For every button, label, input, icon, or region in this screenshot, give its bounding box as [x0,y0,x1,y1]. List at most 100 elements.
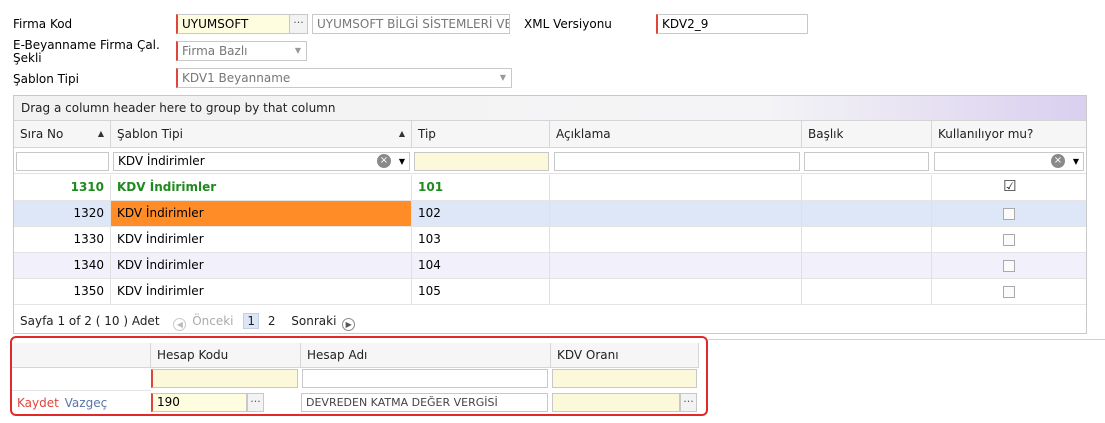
beyanname-label: E-Beyanname Firma Çal. Şekli [13,39,160,65]
cell-sira-no: 1340 [14,253,111,278]
col-header-label: Sıra No [20,127,64,141]
detail-filter-kdv-orani[interactable] [552,369,697,388]
hesap-kodu-input[interactable]: 190 [151,393,247,412]
kdv-orani-lookup-button[interactable]: ··· [680,393,697,412]
cell-tip: 101 [412,175,550,200]
cell-aciklama [550,279,802,304]
group-by-bar[interactable]: Drag a column header here to group by th… [14,96,1086,121]
cell-tip: 104 [412,253,550,278]
checkbox[interactable] [1003,208,1015,220]
sablon-value: KDV1 Beyanname [182,71,291,85]
firma-kod-lookup-button[interactable]: ··· [289,15,307,33]
filter-tip-input[interactable] [414,152,549,171]
next-page-icon[interactable]: ▶ [342,318,356,331]
detail-col-header-label: KDV Oranı [557,348,619,362]
pager: Sayfa 1 of 2 ( 10 ) Adet ◀ Önceki 1 2 So… [14,309,1086,334]
cell-baslik [802,201,932,226]
chevron-down-icon: ▼ [1072,157,1079,166]
chevron-down-icon: ▼ [398,157,405,166]
detail-filter-hesap-kodu[interactable] [151,369,298,388]
filter-row: KDV İndirimler × ▼ × ▼ [14,149,1086,174]
prev-page-icon[interactable]: ◀ [173,318,187,331]
clear-icon[interactable]: × [377,154,391,168]
col-header-aciklama[interactable]: Açıklama [550,121,802,148]
firma-kod-value: UYUMSOFT [182,17,249,31]
col-header-sira-no[interactable]: Sıra No ▲ [14,121,111,148]
filter-baslik-input[interactable] [804,152,929,171]
table-row[interactable]: 1310 KDV İndirimler 101 ☑ [14,175,1086,201]
cell-baslik [802,175,932,200]
hesap-kodu-lookup-button[interactable]: ··· [247,393,264,412]
detail-row-actions: Kaydet Vazgeç [12,390,151,414]
xml-version-input[interactable]: KDV2_9 [656,14,808,34]
filter-sablon-value: KDV İndirimler [118,154,205,168]
xml-version-label: XML Versiyonu [524,17,612,31]
beyanname-value: Firma Bazlı [182,44,248,58]
firma-name-field: UYUMSOFT BİLGİ SİSTEMLERİ VE [312,14,510,34]
table-row[interactable]: 1340 KDV İndirimler 104 [14,253,1086,279]
checkbox-checked-icon[interactable]: ☑ [1003,179,1016,194]
table-row[interactable]: 1320 KDV İndirimler 102 [14,201,1086,227]
cell-baslik [802,253,932,278]
clear-icon[interactable]: × [1051,154,1065,168]
cell-sablon-tipi: KDV İndirimler [111,175,412,200]
table-row[interactable]: 1330 KDV İndirimler 103 [14,227,1086,253]
page-2-button[interactable]: 2 [268,314,276,328]
beyanname-select[interactable]: Firma Bazlı ▼ [176,41,307,61]
group-by-hint: Drag a column header here to group by th… [21,101,336,115]
cell-sablon-tipi: KDV İndirimler [111,227,412,252]
filter-kullaniliyor-select[interactable]: × ▼ [934,152,1084,171]
hesap-adi-value: DEVREDEN KATMA DEĞER VERGİSİ [306,396,498,409]
detail-col-header-kdv-orani[interactable]: KDV Oranı [551,343,699,368]
filter-sablon-select[interactable]: KDV İndirimler × ▼ [113,152,410,171]
cell-sira-no: 1310 [14,175,111,200]
table-row[interactable]: 1350 KDV İndirimler 105 [14,279,1086,305]
cell-kullaniliyor [932,279,1086,304]
cell-kullaniliyor [932,201,1086,226]
sort-ascending-icon: ▲ [398,129,405,138]
cell-sablon-tipi: KDV İndirimler [111,253,412,278]
detail-filter-hesap-adi[interactable] [302,369,548,388]
cell-kullaniliyor [932,253,1086,278]
filter-sira-no-input[interactable] [16,152,109,171]
col-header-kullaniliyor[interactable]: Kullanılıyor mu? [932,121,1086,148]
checkbox[interactable] [1003,234,1015,246]
sablon-grid: Drag a column header here to group by th… [13,95,1087,334]
chevron-down-icon: ▼ [499,73,506,82]
page-1-button[interactable]: 1 [243,313,259,329]
cell-tip: 102 [412,201,550,226]
col-header-label: Açıklama [556,127,611,141]
cell-sira-no: 1330 [14,227,111,252]
save-link[interactable]: Kaydet [17,396,59,410]
xml-version-value: KDV2_9 [662,17,709,31]
sort-ascending-icon: ▲ [97,129,104,138]
col-header-baslik[interactable]: Başlık [802,121,932,148]
cell-aciklama [550,201,802,226]
hesap-adi-field: DEVREDEN KATMA DEĞER VERGİSİ [301,393,548,412]
detail-col-header-label: Hesap Adı [307,348,368,362]
chevron-down-icon: ▼ [294,46,301,55]
cell-tip: 103 [412,227,550,252]
kdv-orani-input[interactable] [552,393,680,412]
detail-col-header-label: Hesap Kodu [157,348,229,362]
cell-sablon-tipi: KDV İndirimler [111,279,412,304]
col-header-label: Şablon Tipi [117,127,183,141]
col-header-tip[interactable]: Tip [412,121,550,148]
detail-col-header-hesap-adi[interactable]: Hesap Adı [301,343,551,368]
divider [708,339,1105,340]
prev-page-button[interactable]: Önceki [192,314,233,328]
checkbox[interactable] [1003,286,1015,298]
cancel-link[interactable]: Vazgeç [65,396,108,410]
cell-aciklama [550,227,802,252]
next-page-button[interactable]: Sonraki [291,314,336,328]
sablon-select[interactable]: KDV1 Beyanname ▼ [176,68,512,88]
filter-aciklama-input[interactable] [554,152,800,171]
checkbox[interactable] [1003,260,1015,272]
hesap-kodu-value: 190 [157,395,180,409]
firma-name-value: UYUMSOFT BİLGİ SİSTEMLERİ VE [317,17,510,31]
detail-col-header-hesap-kodu[interactable]: Hesap Kodu [151,343,301,368]
cell-sablon-tipi: KDV İndirimler [111,201,412,226]
cell-sira-no: 1350 [14,279,111,304]
cell-baslik [802,279,932,304]
col-header-sablon-tipi[interactable]: Şablon Tipi ▲ [111,121,412,148]
